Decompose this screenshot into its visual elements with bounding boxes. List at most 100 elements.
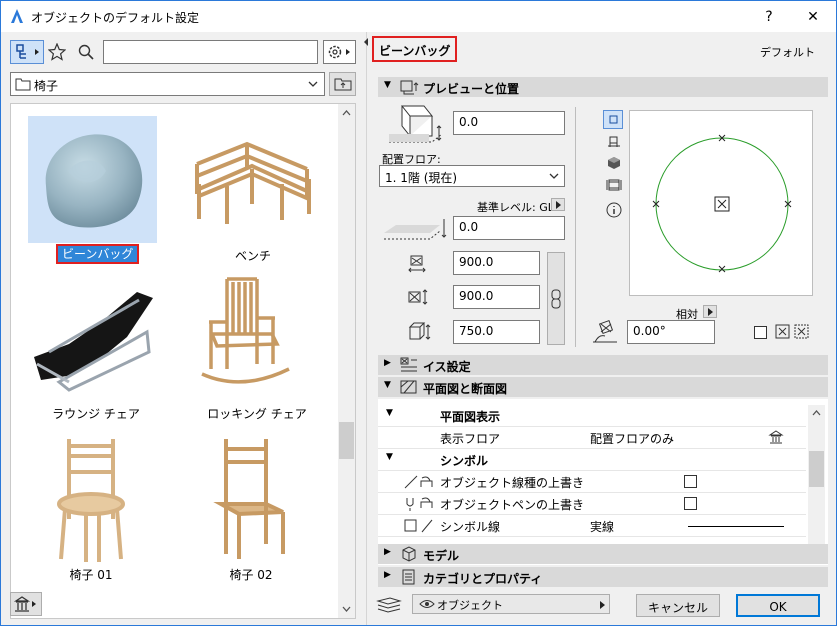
relative-button[interactable] xyxy=(703,305,717,318)
help-button[interactable]: ? xyxy=(747,1,791,32)
category-section-header[interactable]: ▶ カテゴリとプロパティ xyxy=(378,567,828,587)
gallery-label-beanbag[interactable]: ビーンバッグ xyxy=(56,244,140,264)
group-row-plan-display[interactable]: ▼ 平面図表示 xyxy=(378,405,806,427)
favorites-icon[interactable] xyxy=(48,43,66,61)
gallery-label-chair02[interactable]: 椅子 02 xyxy=(221,566,281,583)
lounge-chair-thumbnail[interactable] xyxy=(29,282,159,392)
row-label: オブジェクト線種の上書き xyxy=(440,476,585,490)
cancel-button[interactable]: キャンセル xyxy=(636,594,720,617)
plan-section-icon xyxy=(400,380,417,394)
chair-settings-section-header[interactable]: ▶ イス設定 xyxy=(378,355,828,375)
height-icon xyxy=(408,322,431,340)
bench-thumbnail[interactable] xyxy=(187,124,317,234)
library-icon xyxy=(13,596,36,612)
model-section-header[interactable]: ▶ モデル xyxy=(378,544,828,564)
chair-02-thumbnail[interactable] xyxy=(211,434,291,564)
table-row-override-linetype[interactable]: オブジェクト線種の上書き xyxy=(378,471,806,493)
expanded-arrow-icon: ▼ xyxy=(386,452,393,462)
eye-icon xyxy=(419,600,435,608)
row-label: シンボル線 xyxy=(440,520,501,534)
table-row-show-on-floor[interactable]: 表示フロア 配置フロアのみ xyxy=(378,427,806,449)
expanded-arrow-icon: ▼ xyxy=(384,80,391,90)
view-3d-icon[interactable] xyxy=(607,156,621,170)
table-row-override-pen[interactable]: オブジェクトペンの上書き xyxy=(378,493,806,515)
document-list-icon xyxy=(402,569,415,585)
scroll-down-icon xyxy=(342,606,351,612)
depth-input[interactable]: 900.0 xyxy=(453,285,540,309)
chevron-down-icon xyxy=(549,173,559,179)
gallery-label-lounge[interactable]: ラウンジ チェア xyxy=(51,405,141,422)
collapsed-arrow-icon: ▶ xyxy=(384,358,391,368)
window-title: オブジェクトのデフォルト設定 xyxy=(31,11,200,25)
gallery-scroll-thumb[interactable] xyxy=(339,422,354,459)
chair-01-thumbnail[interactable] xyxy=(51,434,131,564)
beanbag-plan-symbol xyxy=(652,134,792,273)
elevation-icon xyxy=(389,105,443,143)
gallery-label-chair01[interactable]: 椅子 01 xyxy=(61,566,121,583)
gallery-scrollbar[interactable] xyxy=(338,104,355,618)
scroll-up-icon xyxy=(812,410,821,416)
override-linetype-checkbox[interactable] xyxy=(684,475,697,488)
ref-level-button[interactable] xyxy=(551,198,565,211)
base-offset-input[interactable]: 0.0 xyxy=(453,216,565,240)
gallery-tile-beanbag[interactable] xyxy=(28,116,157,243)
rocking-chair-thumbnail[interactable] xyxy=(197,274,297,399)
settings-panel: ビーンバッグ デフォルト ▼ プレビューと位置 0.0 配置フロア: 1. 1階… xyxy=(370,32,836,625)
info-icon[interactable] xyxy=(606,202,622,218)
dialog-window: オブジェクトのデフォルト設定 ? ✕ 椅子 ビーンバッグ ベンチ ラウンジ チェ… xyxy=(0,0,837,626)
group-row-symbol[interactable]: ▼ シンボル xyxy=(378,449,806,471)
width-input[interactable]: 900.0 xyxy=(453,251,540,275)
floor-select[interactable]: 1. 1階 (現在) xyxy=(379,165,565,187)
anchor-dashed-icon[interactable] xyxy=(794,324,809,339)
ok-button[interactable]: OK xyxy=(736,594,820,617)
view-side-icon[interactable] xyxy=(607,135,621,149)
anchor-icon[interactable] xyxy=(775,324,790,339)
table-scroll-thumb[interactable] xyxy=(809,451,824,487)
plan-section-title: 平面図と断面図 xyxy=(423,382,508,396)
row-value: 配置フロアのみ xyxy=(590,432,675,446)
view-plan-button[interactable] xyxy=(603,110,623,129)
column-separator xyxy=(575,107,576,347)
override-pen-checkbox[interactable] xyxy=(684,497,697,510)
search-input[interactable] xyxy=(103,40,318,64)
plan-preview-canvas[interactable] xyxy=(629,110,813,296)
folder-select[interactable]: 椅子 xyxy=(10,72,325,96)
view-mode-button[interactable] xyxy=(10,40,44,64)
lock-ratio-button[interactable] xyxy=(547,252,565,345)
height-input[interactable]: 750.0 xyxy=(453,320,540,344)
group-plan-display-label: 平面図表示 xyxy=(440,410,501,424)
elevation-input[interactable]: 0.0 xyxy=(453,111,565,135)
solid-line-preview xyxy=(688,526,784,527)
default-label: デフォルト xyxy=(760,46,815,59)
arrow-right-icon xyxy=(708,308,713,316)
folder-icon xyxy=(15,78,31,91)
preview-section-header[interactable]: ▼ プレビューと位置 xyxy=(378,77,828,97)
close-button[interactable]: ✕ xyxy=(791,1,835,32)
archicad-icon xyxy=(11,9,23,23)
category-section-title: カテゴリとプロパティ xyxy=(423,572,543,586)
library-settings-button[interactable] xyxy=(323,40,356,64)
table-scrollbar[interactable] xyxy=(808,405,825,561)
object-gallery: ビーンバッグ ベンチ ラウンジ チェア ロッキング チェア 椅子 01 椅子 0… xyxy=(10,103,356,619)
plan-section-header[interactable]: ▼ 平面図と断面図 xyxy=(378,377,828,397)
table-row-symbol-line[interactable]: シンボル線 実線 xyxy=(378,515,806,537)
folder-up-icon xyxy=(334,78,352,91)
arrow-right-icon xyxy=(600,601,605,609)
base-level-icon xyxy=(384,219,447,240)
chain-link-icon xyxy=(551,289,561,309)
library-manager-button[interactable] xyxy=(10,592,42,616)
chevron-down-icon xyxy=(308,81,318,87)
layer-icon xyxy=(376,597,402,613)
angle-input[interactable]: 0.00° xyxy=(627,320,715,344)
mirror-none-checkbox[interactable] xyxy=(754,326,767,339)
object-name: ビーンバッグ xyxy=(372,36,458,62)
view-frame-icon[interactable] xyxy=(606,178,622,192)
depth-icon xyxy=(408,289,428,305)
parameters-icon xyxy=(400,357,417,372)
search-icon[interactable] xyxy=(77,43,95,61)
square-icon xyxy=(609,115,618,124)
gallery-label-bench[interactable]: ベンチ xyxy=(223,247,283,264)
layer-select[interactable]: オブジェクト xyxy=(412,594,610,614)
gallery-label-rocking[interactable]: ロッキング チェア xyxy=(207,405,307,422)
folder-up-button[interactable] xyxy=(329,72,356,96)
